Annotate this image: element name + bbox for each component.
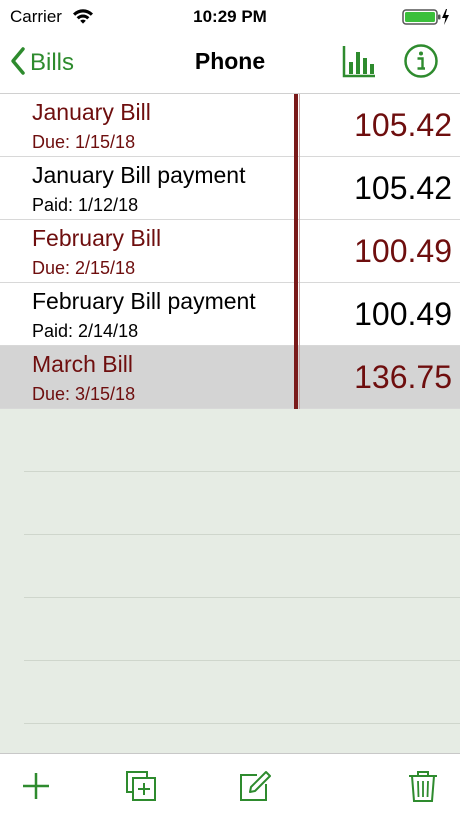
amount-column-divider [294, 94, 298, 409]
info-icon [404, 44, 438, 78]
table-row[interactable]: February Bill Due: 2/15/18 100.49 [0, 220, 460, 283]
table-row[interactable]: February Bill payment Paid: 2/14/18 100.… [0, 283, 460, 346]
empty-list-area [0, 409, 460, 753]
row-title: January Bill [32, 99, 151, 125]
ruled-line [24, 534, 460, 535]
navigation-bar: Bills Phone [0, 34, 460, 94]
transaction-list: January Bill Due: 1/15/18 105.42 January… [0, 94, 460, 409]
row-date: Paid: 1/12/18 [32, 195, 139, 215]
amount-column-divider-shadow [299, 94, 300, 409]
row-date: Due: 2/15/18 [32, 258, 136, 278]
bottom-toolbar [0, 753, 460, 818]
duplicate-button[interactable] [123, 768, 159, 804]
row-title: January Bill payment [32, 162, 246, 188]
row-amount: 105.42 [354, 107, 452, 143]
trash-icon [409, 771, 437, 802]
ruled-line [24, 660, 460, 661]
table-row[interactable]: January Bill Due: 1/15/18 105.42 [0, 94, 460, 157]
ruled-line [24, 597, 460, 598]
page-title: Phone [194, 48, 266, 74]
row-amount: 136.75 [354, 359, 452, 395]
add-icon [23, 773, 49, 799]
row-date: Due: 1/15/18 [32, 132, 136, 152]
row-date: Paid: 2/14/18 [32, 321, 139, 341]
row-title: February Bill payment [32, 288, 256, 314]
info-button[interactable] [402, 42, 440, 80]
row-amount: 105.42 [354, 170, 452, 206]
row-date: Due: 3/15/18 [32, 384, 136, 404]
add-button[interactable] [18, 768, 54, 804]
duplicate-icon [126, 771, 156, 801]
edit-button[interactable] [237, 768, 273, 804]
battery-icon [402, 8, 452, 31]
row-amount: 100.49 [354, 233, 452, 269]
clock: 10:29 PM [193, 7, 267, 26]
edit-icon [240, 771, 271, 801]
ruled-line [24, 723, 460, 724]
table-row-selected[interactable]: March Bill Due: 3/15/18 136.75 [0, 346, 460, 409]
row-amount: 100.49 [354, 296, 452, 332]
status-bar: Carrier 10:29 PM [0, 0, 460, 34]
chart-button[interactable] [340, 42, 378, 80]
row-title: February Bill [32, 225, 162, 251]
ruled-line [24, 471, 460, 472]
row-title: March Bill [32, 351, 133, 377]
table-row[interactable]: January Bill payment Paid: 1/12/18 105.4… [0, 157, 460, 220]
delete-button[interactable] [405, 768, 441, 804]
bar-chart-icon [342, 46, 375, 78]
